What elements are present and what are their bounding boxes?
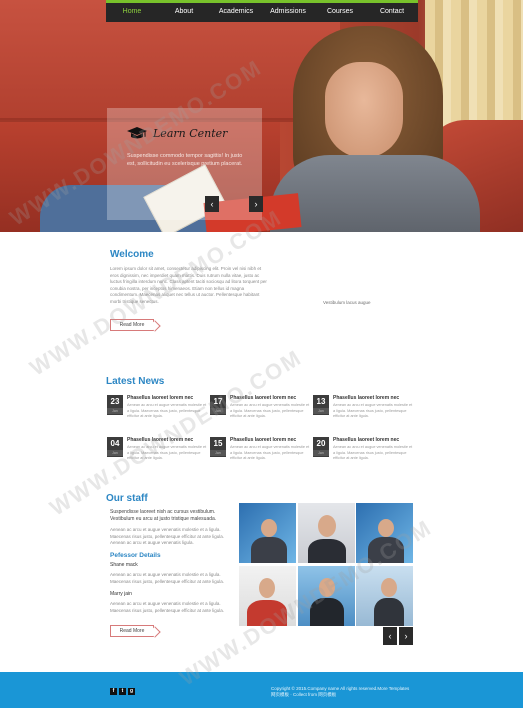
welcome-image-caption: Vestibulum lacus augue	[323, 300, 371, 305]
staff-name: Shane mack	[110, 562, 138, 568]
news-item[interactable]: 15 Jan Phasellus laoreet lorem nec Aenean…	[210, 437, 312, 473]
staff-gallery	[239, 503, 413, 646]
news-item[interactable]: 20 Jan Phasellus laoreet lorem nec Aenean…	[313, 437, 415, 473]
news-item-title[interactable]: Phasellus laoreet lorem nec	[127, 437, 193, 443]
news-date-badge: 17 Jan	[210, 395, 226, 415]
news-date-badge: 13 Jan	[313, 395, 329, 415]
news-date-badge: 04 Jan	[107, 437, 123, 457]
welcome-read-more-button[interactable]: Read More	[110, 319, 154, 331]
nav-admissions[interactable]: Admissions	[262, 3, 314, 22]
news-item-title[interactable]: Phasellus laoreet lorem nec	[333, 395, 399, 401]
news-item-title[interactable]: Phasellus laoreet lorem nec	[127, 395, 193, 401]
staff-bio: Aenean ac arcu et augue venenatis molest…	[110, 601, 224, 613]
welcome-title: Welcome	[110, 249, 154, 260]
news-item[interactable]: 04 Jan Phasellus laoreet lorem nec Aenean…	[107, 437, 209, 473]
staff-photo[interactable]	[298, 566, 355, 626]
gallery-next-button[interactable]: ›	[399, 627, 413, 645]
news-date-badge: 23 Jan	[107, 395, 123, 415]
news-item-text: Aenean ac arcu et augue venenatis molest…	[230, 445, 310, 460]
news-item-title[interactable]: Phasellus laoreet lorem nec	[333, 437, 399, 443]
footer	[0, 672, 523, 708]
news-title: Latest News	[106, 376, 165, 387]
staff-read-more-button[interactable]: Read More	[110, 625, 154, 637]
nav-courses[interactable]: Courses	[314, 3, 366, 22]
staff-name: Marry jain	[110, 591, 132, 597]
gallery-prev-button[interactable]: ‹	[383, 627, 397, 645]
main-nav: Home About Academics Admissions Courses …	[106, 0, 418, 22]
staff-photo[interactable]	[356, 503, 413, 563]
news-item-text: Aenean ac arcu et augue venenatis molest…	[127, 445, 207, 460]
site-logo[interactable]: Learn Center	[127, 126, 227, 140]
social-links: f t g	[110, 688, 135, 695]
professor-details-title: Pefessor Details	[110, 552, 161, 559]
footer-links[interactable]: 网页模板 · Collect from 网页模板	[271, 692, 336, 697]
news-date-badge: 20 Jan	[313, 437, 329, 457]
news-item[interactable]: 13 Jan Phasellus laoreet lorem nec Aenean…	[313, 395, 415, 431]
staff-bio: Aenean ac arcu et augue venenatis molest…	[110, 572, 224, 584]
welcome-text: Lorem ipsum dolor sit amet, consectetur …	[110, 266, 267, 304]
staff-photo[interactable]	[239, 566, 296, 626]
news-item-text: Aenean ac arcu et augue venenatis molest…	[333, 445, 413, 460]
staff-photo[interactable]	[239, 503, 296, 563]
graduation-cap-icon	[127, 126, 147, 140]
hero-next-button[interactable]: ›	[249, 196, 263, 212]
nav-about[interactable]: About	[158, 3, 210, 22]
site-logo-text: Learn Center	[153, 126, 228, 140]
nav-academics[interactable]: Academics	[210, 3, 262, 22]
hero-caption-text: Suspendisse commodo tempor sagittis! In …	[127, 153, 243, 167]
news-item-title[interactable]: Phasellus laoreet lorem nec	[230, 395, 296, 401]
google-plus-icon[interactable]: g	[128, 688, 135, 695]
staff-photo[interactable]	[356, 566, 413, 626]
copyright-text: Copyright © 2015.Company name All rights…	[271, 686, 410, 697]
nav-home[interactable]: Home	[106, 3, 158, 22]
facebook-icon[interactable]: f	[110, 688, 117, 695]
nav-contact[interactable]: Contact	[366, 3, 418, 22]
hero-prev-button[interactable]: ‹	[205, 196, 219, 212]
news-item-text: Aenean ac arcu et augue venenatis molest…	[230, 403, 310, 418]
news-item-text: Aenean ac arcu et augue venenatis molest…	[333, 403, 413, 418]
news-item-title[interactable]: Phasellus laoreet lorem nec	[230, 437, 296, 443]
staff-intro-text: Aenean ac arcu et augue venenatis molest…	[110, 527, 224, 545]
news-item-text: Aenean ac arcu et augue venenatis molest…	[127, 403, 207, 418]
news-date-badge: 15 Jan	[210, 437, 226, 457]
news-item[interactable]: 23 Jan Phasellus laoreet lorem nec Aenean…	[107, 395, 209, 431]
staff-title: Our staff	[106, 493, 148, 504]
twitter-icon[interactable]: t	[119, 688, 126, 695]
news-item[interactable]: 17 Jan Phasellus laoreet lorem nec Aenean…	[210, 395, 312, 431]
staff-photo[interactable]	[298, 503, 355, 563]
staff-subtitle: Suspendisse laoreet nish ac cursus vesti…	[110, 509, 217, 522]
watermark: WWW.DOWNDEMO.COM	[45, 344, 307, 521]
hero-caption-box: Learn Center Suspendisse commodo tempor …	[107, 108, 262, 220]
